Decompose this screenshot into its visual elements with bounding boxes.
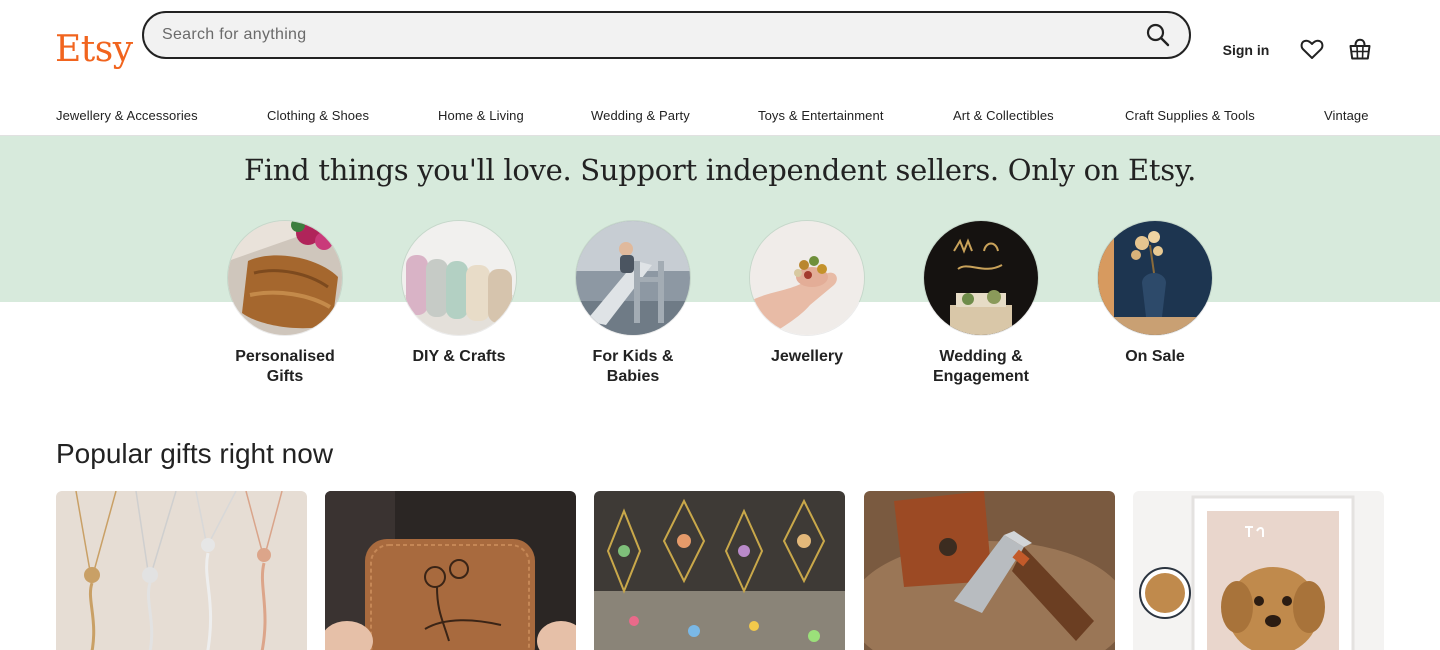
diy-crafts-image <box>402 221 516 335</box>
category-toys-entertainment[interactable]: Toys & Entertainment <box>758 108 884 123</box>
category-nav: Jewellery & Accessories Clothing & Shoes… <box>0 96 1440 136</box>
circle-label: For Kids & Babies <box>592 348 674 385</box>
category-wedding-party[interactable]: Wedding & Party <box>591 108 690 123</box>
hero-title: Find things you'll love. Support indepen… <box>244 153 1196 187</box>
category-craft-supplies-tools[interactable]: Craft Supplies & Tools <box>1125 108 1255 123</box>
gift-card-pet-portrait[interactable] <box>1133 491 1384 650</box>
circle-label: DIY & Crafts <box>412 348 506 365</box>
circle-personalised-gifts[interactable]: Personalised Gifts <box>205 221 365 387</box>
on-sale-image <box>1098 221 1212 335</box>
circle-diy-crafts[interactable]: DIY & Crafts <box>379 221 539 367</box>
gift-card-necklaces[interactable] <box>56 491 307 650</box>
kids-babies-image <box>576 221 690 335</box>
wedding-engagement-image <box>924 221 1038 335</box>
sign-in-link[interactable]: Sign in <box>1213 32 1279 68</box>
search-icon[interactable] <box>1145 22 1171 48</box>
category-art-collectibles[interactable]: Art & Collectibles <box>953 108 1054 123</box>
category-vintage[interactable]: Vintage <box>1324 108 1369 123</box>
search-bar[interactable] <box>142 11 1191 59</box>
jewellery-image <box>750 221 864 335</box>
heart-icon[interactable] <box>1299 36 1325 62</box>
category-home-living[interactable]: Home & Living <box>438 108 524 123</box>
gift-card-jewellery-box[interactable] <box>325 491 576 650</box>
circle-on-sale[interactable]: On Sale <box>1075 221 1235 367</box>
personalised-gifts-image <box>228 221 342 335</box>
circle-label: Wedding & Engagement <box>932 348 1029 385</box>
popular-gifts-heading: Popular gifts right now <box>56 438 334 469</box>
gift-card-suncatchers[interactable] <box>594 491 845 650</box>
cart-icon[interactable] <box>1347 36 1373 62</box>
circle-label: Personalised Gifts <box>235 348 335 385</box>
etsy-logo[interactable]: Etsy <box>55 26 133 74</box>
circle-wedding-engagement[interactable]: Wedding & Engagement <box>901 221 1061 387</box>
circle-label: Jewellery <box>770 348 844 365</box>
search-input[interactable] <box>162 13 1122 57</box>
category-clothing-shoes[interactable]: Clothing & Shoes <box>267 108 369 123</box>
site-header: Etsy Sign in <box>0 0 1440 96</box>
gift-card-knife[interactable] <box>864 491 1115 650</box>
category-jewellery-accessories[interactable]: Jewellery & Accessories <box>56 108 198 123</box>
circle-for-kids-babies[interactable]: For Kids & Babies <box>553 221 713 387</box>
circle-jewellery[interactable]: Jewellery <box>727 221 887 367</box>
circle-label: On Sale <box>1125 348 1185 365</box>
